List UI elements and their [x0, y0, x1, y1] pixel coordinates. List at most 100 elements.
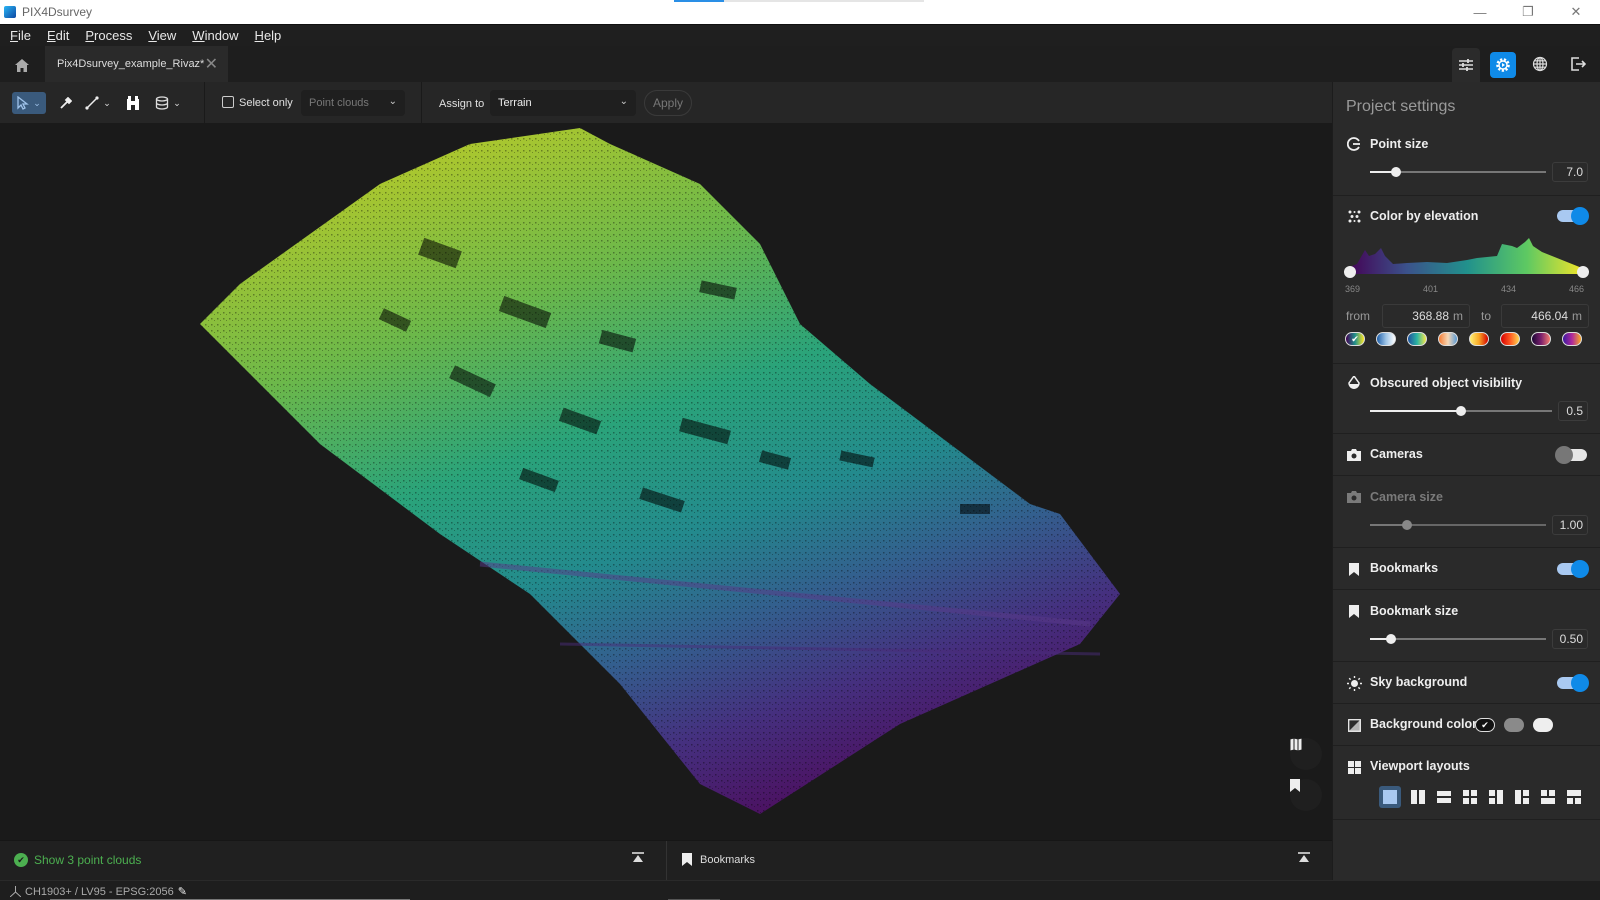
layout-three-bottom[interactable]: [1565, 788, 1583, 806]
3d-viewport[interactable]: [0, 124, 1332, 840]
sky-background-toggle[interactable]: [1557, 674, 1589, 692]
menu-help[interactable]: Help: [255, 28, 282, 43]
app-window: PIX4Dsurvey — ❐ ✕ File Edit Process View…: [0, 0, 1600, 900]
range-min-handle[interactable]: [1344, 266, 1356, 278]
menu-process[interactable]: Process: [85, 28, 132, 43]
bookmarks-toggle[interactable]: [1557, 560, 1589, 578]
tab-close-icon[interactable]: ✕: [205, 54, 218, 74]
bg-color-black[interactable]: ✔: [1475, 718, 1495, 732]
camera-size-label: Camera size: [1370, 490, 1443, 504]
layout-two-horizontal[interactable]: [1435, 788, 1453, 806]
background-color-label: Background color: [1370, 717, 1477, 731]
close-icon[interactable]: ✕: [1552, 0, 1600, 24]
axes-icon: [10, 886, 21, 897]
map-icon[interactable]: [1290, 738, 1322, 770]
assign-to-dropdown[interactable]: Terrain ⌄: [490, 90, 636, 116]
elevation-from-input[interactable]: 368.88 m: [1382, 304, 1470, 328]
chevron-down-icon: ⌄: [388, 96, 397, 107]
project-settings-panel: Project settings Point size 7.0 Color by…: [1332, 82, 1600, 880]
tab-project-label: Pix4Dsurvey_example_Rivaz*: [57, 58, 205, 70]
cameras-toggle[interactable]: [1555, 446, 1587, 464]
globe-icon[interactable]: [1526, 48, 1554, 80]
menu-file[interactable]: File: [10, 28, 31, 43]
edit-pencil-icon[interactable]: ✎: [178, 885, 187, 898]
crs-indicator[interactable]: CH1903+ / LV95 - EPSG:2056 ✎: [10, 885, 187, 898]
palette-viridis[interactable]: ✔: [1345, 332, 1365, 346]
eyedropper-icon[interactable]: [56, 92, 74, 114]
palette-magma[interactable]: [1531, 332, 1551, 346]
sliders-icon[interactable]: [1452, 48, 1480, 82]
tick-label: 401: [1423, 284, 1439, 294]
chevron-down-icon: ⌄: [619, 96, 628, 107]
layout-three-top[interactable]: [1539, 788, 1557, 806]
menu-edit[interactable]: Edit: [47, 28, 69, 43]
panel-title: Project settings: [1346, 98, 1456, 115]
sun-icon: [1346, 675, 1362, 691]
home-icon[interactable]: [10, 55, 34, 75]
palette-yellow-red[interactable]: [1469, 332, 1489, 346]
from-label: from: [1346, 309, 1370, 323]
settings-icon[interactable]: [1490, 52, 1516, 78]
show-point-clouds-toggle[interactable]: ✔ Show 3 point clouds: [14, 853, 141, 867]
chevron-down-icon: ⌄: [103, 97, 111, 108]
layout-single[interactable]: [1379, 786, 1401, 808]
obscured-visibility-section: Obscured object visibility 0.5: [1333, 364, 1600, 434]
bookmarks-panel-tab[interactable]: Bookmarks: [682, 853, 755, 866]
bookmark-size-slider[interactable]: [1370, 634, 1546, 644]
select-tool-button[interactable]: ⌄: [12, 92, 46, 114]
menu-window[interactable]: Window: [192, 28, 238, 43]
check-circle-icon: ✔: [14, 853, 28, 867]
palette-red-yellow[interactable]: [1500, 332, 1520, 346]
chevron-down-icon: ⌄: [173, 97, 181, 108]
camera-size-slider[interactable]: [1370, 520, 1546, 530]
obscured-visibility-value[interactable]: 0.5: [1558, 401, 1588, 421]
minimize-icon[interactable]: —: [1456, 0, 1504, 24]
layout-two-vertical[interactable]: [1409, 788, 1427, 806]
layout-three-right[interactable]: [1513, 788, 1531, 806]
bg-color-white[interactable]: [1533, 718, 1553, 732]
point-cloud-render: [200, 128, 1120, 814]
obscured-visibility-slider[interactable]: [1370, 406, 1552, 416]
elevation-histogram: [1347, 238, 1587, 274]
expand-panel-icon[interactable]: [632, 852, 644, 867]
tab-project[interactable]: Pix4Dsurvey_example_Rivaz* ✕: [45, 46, 228, 82]
point-size-slider[interactable]: [1370, 167, 1546, 177]
color-by-elevation-label: Color by elevation: [1370, 209, 1479, 223]
color-by-elevation-toggle[interactable]: [1557, 207, 1589, 225]
bookmarks-label: Bookmarks: [700, 853, 756, 866]
bg-color-gray[interactable]: [1504, 718, 1524, 732]
bookmark-size-label: Bookmark size: [1370, 604, 1459, 618]
title-bar: PIX4Dsurvey — ❐ ✕: [0, 0, 1600, 24]
app-title: PIX4Dsurvey: [22, 5, 93, 19]
status-bar: CH1903+ / LV95 - EPSG:2056 ✎: [0, 880, 1600, 900]
camera-size-value[interactable]: 1.00: [1552, 515, 1588, 535]
bookmark-size-value[interactable]: 0.50: [1552, 629, 1588, 649]
bookmark-icon[interactable]: [1290, 779, 1322, 811]
dots-pattern-icon: [1346, 208, 1362, 224]
palette-blue-green-yellow[interactable]: [1407, 332, 1427, 346]
menu-view[interactable]: View: [148, 28, 176, 43]
layout-three-left[interactable]: [1487, 788, 1505, 806]
layout-four-grid[interactable]: [1461, 788, 1479, 806]
color-by-elevation-section: Color by elevation 369 401 434 466 from: [1333, 196, 1600, 364]
expand-panel-icon[interactable]: [1298, 852, 1310, 867]
export-icon[interactable]: [1564, 48, 1592, 80]
elevation-to-input[interactable]: 466.04 m: [1501, 304, 1589, 328]
obscured-visibility-label: Obscured object visibility: [1370, 376, 1523, 390]
select-only-checkbox[interactable]: [222, 96, 234, 108]
bookmarks-section: Bookmarks: [1333, 548, 1600, 590]
select-source-dropdown[interactable]: Point clouds ⌄: [301, 90, 405, 116]
restore-icon[interactable]: ❐: [1504, 0, 1552, 24]
point-size-value[interactable]: 7.0: [1552, 162, 1588, 182]
measure-line-tool[interactable]: ⌄: [82, 92, 114, 114]
range-max-handle[interactable]: [1577, 266, 1589, 278]
palette-plasma[interactable]: [1562, 332, 1582, 346]
palette-orange-blue[interactable]: [1438, 332, 1458, 346]
toolbar: ⌄ ⌄ ⌄ Select only Point clouds ⌄ Assign …: [0, 82, 1332, 124]
palette-blues[interactable]: [1376, 332, 1396, 346]
apply-button[interactable]: Apply: [644, 90, 692, 116]
bookmark-icon: [682, 853, 692, 866]
binoculars-icon[interactable]: [124, 92, 142, 114]
layers-database-tool[interactable]: ⌄: [152, 92, 184, 114]
grid-layout-icon: [1346, 759, 1362, 775]
